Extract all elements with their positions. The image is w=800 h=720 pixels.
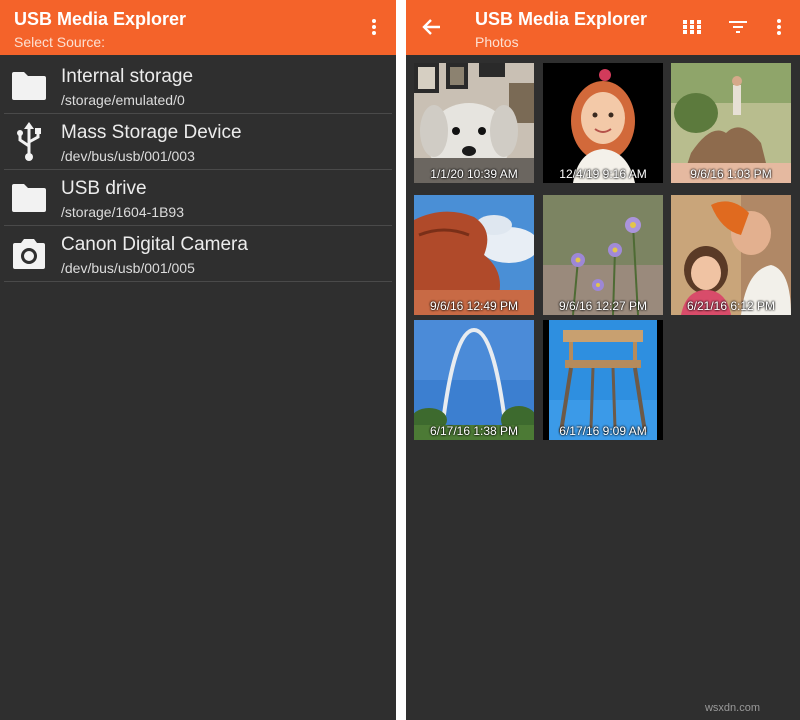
woman-on-rock-photo: [671, 63, 791, 183]
photo-thumbnail[interactable]: 9/6/16 1:03 PM: [671, 63, 791, 183]
gateway-arch-photo: [414, 320, 534, 440]
overflow-menu-icon[interactable]: [765, 13, 793, 41]
photo-date: 9/6/16 1:03 PM: [690, 167, 772, 181]
photo-date: 12/4/19 9:16 AM: [559, 167, 647, 181]
source-path: /dev/bus/usb/001/005: [61, 260, 195, 276]
app-subtitle: Photos: [475, 34, 519, 50]
app-title: USB Media Explorer: [14, 9, 187, 29]
app-bar: USB Media Explorer Photos: [406, 0, 800, 55]
source-name: Canon Digital Camera: [61, 234, 248, 255]
overflow-menu-icon[interactable]: [360, 13, 388, 41]
app-subtitle: Select Source:: [14, 34, 106, 50]
source-item-internal-storage[interactable]: Internal storage /storage/emulated/0: [4, 58, 392, 114]
source-item-usb-drive[interactable]: USB drive /storage/1604-1B93: [4, 170, 392, 226]
source-path: /storage/emulated/0: [61, 92, 185, 108]
photo-date: 9/6/16 12:49 PM: [429, 299, 519, 313]
photo-thumbnail[interactable]: 12/4/19 9:16 AM: [543, 63, 663, 183]
source-list: Internal storage /storage/emulated/0 Mas…: [0, 58, 396, 282]
photos-screen: USB Media Explorer Photos 1/1/20 10:39 A…: [406, 0, 800, 720]
folder-icon: [10, 68, 48, 104]
photo-thumbnail[interactable]: 1/1/20 10:39 AM: [414, 63, 534, 183]
photo-thumbnail[interactable]: 9/6/16 12:27 PM: [543, 195, 663, 315]
source-name: Internal storage: [61, 66, 194, 87]
giant-chair-photo: [543, 320, 663, 440]
source-path: /storage/1604-1B93: [61, 204, 184, 220]
photo-date: 6/21/16 6:12 PM: [686, 299, 776, 313]
photo-thumbnail[interactable]: 6/17/16 9:09 AM: [543, 320, 663, 440]
photo-date: 6/17/16 1:38 PM: [429, 424, 519, 438]
camera-icon: [10, 236, 48, 272]
watermark: wsxdn.com: [704, 702, 760, 714]
photo-date: 6/17/16 9:09 AM: [559, 424, 647, 438]
filter-icon[interactable]: [724, 13, 752, 41]
photo-date: 9/6/16 12:27 PM: [558, 299, 648, 313]
app-bar: USB Media Explorer Select Source:: [0, 0, 396, 55]
folder-icon: [10, 180, 48, 216]
usb-icon: [10, 122, 48, 161]
source-name: USB drive: [61, 178, 147, 199]
grid-view-icon[interactable]: [678, 13, 706, 41]
red-rock-photo: [414, 195, 534, 315]
source-path: /dev/bus/usb/001/003: [61, 148, 195, 164]
source-item-mass-storage[interactable]: Mass Storage Device /dev/bus/usb/001/003: [4, 114, 392, 170]
purple-flowers-photo: [543, 195, 663, 315]
back-arrow-icon[interactable]: [418, 13, 446, 41]
photo-date: 1/1/20 10:39 AM: [430, 167, 518, 181]
girl-with-man-photo: [671, 195, 791, 315]
source-name: Mass Storage Device: [61, 122, 242, 143]
source-item-canon-camera[interactable]: Canon Digital Camera /dev/bus/usb/001/00…: [4, 226, 392, 282]
dog-photo: [414, 63, 534, 183]
photo-thumbnail[interactable]: 6/17/16 1:38 PM: [414, 320, 534, 440]
photo-thumbnail[interactable]: 6/21/16 6:12 PM: [671, 195, 791, 315]
app-title: USB Media Explorer: [475, 9, 648, 29]
photo-thumbnail[interactable]: 9/6/16 12:49 PM: [414, 195, 534, 315]
source-screen: USB Media Explorer Select Source: Intern…: [0, 0, 396, 720]
girl-portrait-photo: [543, 63, 663, 183]
